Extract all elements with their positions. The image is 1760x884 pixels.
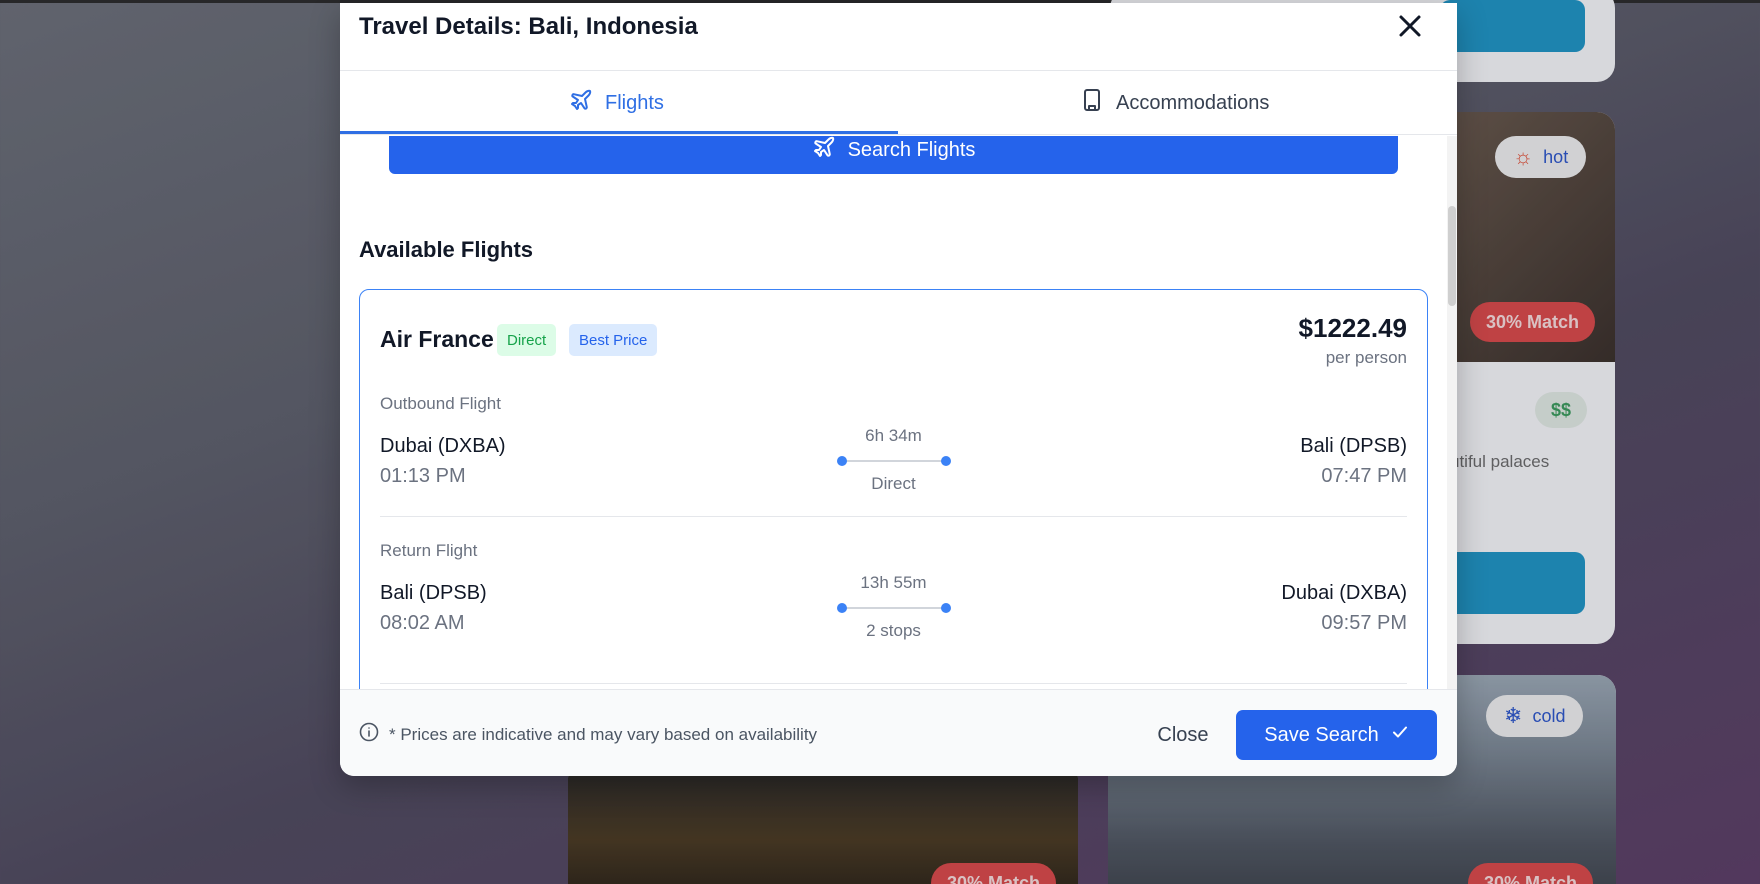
plane-icon [569,88,593,118]
scrollbar-thumb[interactable] [1448,206,1456,306]
tab-flights[interactable]: Flights [569,71,664,135]
return-label: Return Flight [380,541,478,560]
modal-title: Travel Details: Bali, Indonesia [359,13,698,40]
tab-accommodations-label: Accommodations [1116,91,1270,114]
route-dot [941,603,951,613]
search-flights-button[interactable]: Search Flights [389,136,1398,174]
tab-accommodations[interactable]: Accommodations [1080,71,1269,135]
search-flights-label: Search Flights [847,138,976,161]
outbound-stops: Direct [871,474,916,493]
route-dot [837,603,847,613]
plane-icon [812,136,836,165]
modal-scroll-content[interactable]: Search Flights Available Flights Air Fra… [340,136,1457,689]
modal-header: Travel Details: Bali, Indonesia [340,3,1457,71]
check-icon [1391,723,1409,747]
outbound-destination-city: Bali (DPSB) [1300,435,1407,457]
airline-name: Air France [380,326,494,352]
close-button[interactable]: Close [1133,710,1233,760]
close-icon[interactable] [1395,11,1425,41]
return-destination-city: Dubai (DXBA) [1281,582,1407,604]
tab-flights-label: Flights [605,91,664,114]
leg-divider [380,516,1407,517]
card-divider [380,683,1407,684]
return-route-line [837,603,951,613]
save-search-label: Save Search [1264,723,1379,746]
outbound-duration: 6h 34m [865,426,922,445]
flight-option-card[interactable]: Air France Direct Best Price $1222.49 pe… [359,289,1428,689]
best-price-badge: Best Price [569,324,658,356]
outbound-arrival-time: 07:47 PM [1321,465,1407,487]
price-disclaimer-text: * Prices are indicative and may vary bas… [389,724,818,744]
flight-price: $1222.49 [1298,313,1407,343]
info-icon [359,722,379,747]
outbound-label: Outbound Flight [380,394,501,413]
outbound-route-line [837,456,951,466]
travel-details-modal: Travel Details: Bali, Indonesia Flights [340,3,1457,776]
direct-badge: Direct [497,324,557,356]
modal-footer: * Prices are indicative and may vary bas… [340,689,1457,776]
price-unit: per person [1325,348,1407,367]
return-duration: 13h 55m [860,573,927,592]
modal-tabs: Flights Accommodations [340,71,1457,135]
available-flights-heading: Available Flights [359,237,534,262]
price-disclaimer: * Prices are indicative and may vary bas… [359,722,817,747]
route-dot [941,456,951,466]
building-icon [1080,88,1104,118]
save-search-button[interactable]: Save Search [1236,710,1437,760]
content-scrollbar[interactable] [1447,136,1457,689]
route-dot [837,456,847,466]
return-arrival-time: 09:57 PM [1321,612,1407,634]
active-tab-indicator [340,131,898,134]
return-stops: 2 stops [866,621,921,640]
